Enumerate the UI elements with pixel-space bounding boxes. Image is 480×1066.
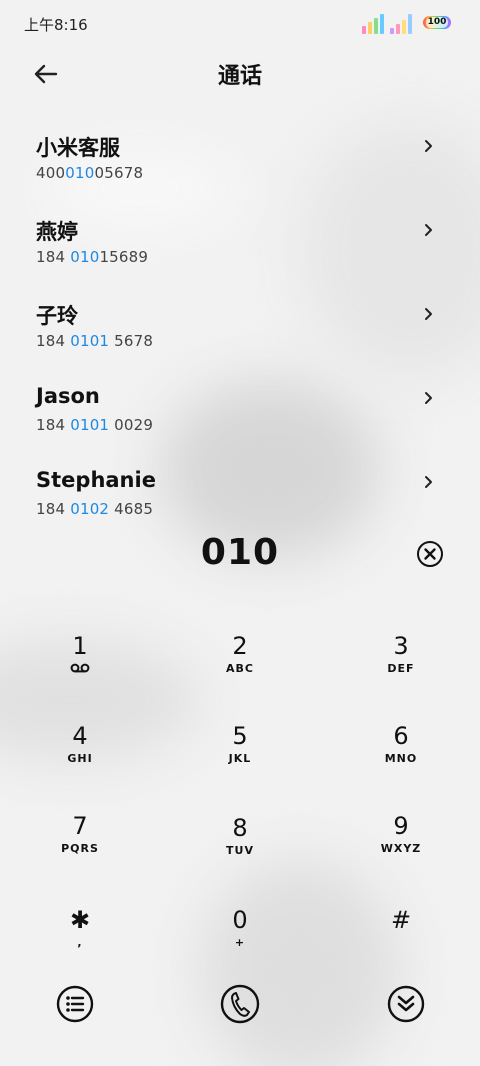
key-star[interactable]: ✱ , (20, 906, 140, 986)
battery-icon: 100 (423, 16, 451, 29)
match-highlight: 010 (70, 248, 100, 266)
page-title: 通话 (217, 64, 262, 89)
contact-name: 燕婷 (36, 220, 78, 244)
contact-name: Jason (36, 384, 100, 408)
key-letters: , (77, 936, 83, 949)
contact-number: 40001005678 (36, 164, 144, 182)
key-letters: WXYZ (380, 842, 422, 855)
contact-row[interactable]: Jason 184 0101 0029 (0, 370, 480, 454)
key-letters: JKL (228, 752, 252, 765)
key-letters (341, 936, 461, 950)
key-digit: 0 (232, 906, 248, 934)
status-bar: 上午8:16 100 (0, 0, 480, 46)
battery-level: 100 (425, 17, 449, 28)
key-9[interactable]: 9 WXYZ (341, 812, 461, 892)
key-0[interactable]: 0 + (180, 906, 300, 986)
match-highlight: 0101 (70, 332, 110, 350)
contact-number: 184 0101 5678 (36, 332, 154, 350)
key-7[interactable]: 7 PQRS (20, 812, 140, 892)
chevron-right-icon (425, 308, 432, 320)
key-letters: TUV (226, 844, 254, 857)
signal-icon (362, 12, 412, 34)
key-digit: 3 (393, 632, 409, 660)
contact-name: 小米客服 (36, 136, 120, 160)
key-hash[interactable]: # (341, 906, 461, 986)
key-digit: 8 (232, 814, 248, 842)
match-highlight: 010 (65, 164, 95, 182)
phone-icon[interactable] (220, 984, 260, 1024)
voicemail-icon (20, 662, 140, 676)
dial-display: 010 (0, 522, 480, 584)
key-letters: DEF (387, 662, 415, 675)
key-digit: ✱ (69, 906, 91, 934)
key-digit: 6 (393, 722, 409, 750)
key-5[interactable]: 5 JKL (180, 722, 300, 802)
contact-name: Stephanie (36, 468, 156, 492)
key-4[interactable]: 4 GHI (20, 722, 140, 802)
key-2[interactable]: 2 ABC (180, 632, 300, 712)
menu-list-icon[interactable] (55, 984, 95, 1024)
key-digit: 5 (232, 722, 248, 750)
key-letters: PQRS (61, 842, 99, 855)
header: 通话 (0, 46, 480, 102)
status-time: 上午8:16 (24, 16, 88, 34)
chevron-right-icon (425, 392, 432, 404)
contact-row[interactable]: 小米客服 40001005678 (0, 118, 480, 202)
key-8[interactable]: 8 TUV (180, 814, 300, 894)
contact-suggestion-list: 小米客服 40001005678 燕婷 184 01015689 子玲 184 … (0, 118, 480, 538)
match-highlight: 0102 (70, 500, 110, 518)
key-digit: 1 (72, 632, 88, 660)
contact-number: 184 0101 0029 (36, 416, 154, 434)
match-highlight: 0101 (70, 416, 110, 434)
key-letters: GHI (67, 752, 93, 765)
key-digit: 9 (393, 812, 409, 840)
contact-row[interactable]: 子玲 184 0101 5678 (0, 286, 480, 370)
contact-name: 子玲 (36, 304, 78, 328)
chevron-right-icon (425, 140, 432, 152)
key-1[interactable]: 1 (20, 632, 140, 712)
action-bar (0, 984, 480, 1028)
contact-number: 184 0102 4685 (36, 500, 154, 518)
key-3[interactable]: 3 DEF (341, 632, 461, 712)
contact-number: 184 01015689 (36, 248, 149, 266)
delete-icon[interactable] (416, 540, 444, 568)
chevron-right-icon (425, 476, 432, 488)
key-digit: 2 (232, 632, 248, 660)
key-letters: + (234, 936, 246, 949)
key-letters: MNO (384, 752, 418, 765)
key-letters: ABC (226, 662, 254, 675)
dialed-number: 010 (200, 532, 280, 573)
contact-row[interactable]: 燕婷 184 01015689 (0, 202, 480, 286)
key-6[interactable]: 6 MNO (341, 722, 461, 802)
key-digit: 7 (72, 812, 88, 840)
key-digit: 4 (72, 722, 88, 750)
chevron-right-icon (425, 224, 432, 236)
key-digit: # (390, 906, 412, 934)
collapse-keypad-icon[interactable] (386, 984, 426, 1024)
